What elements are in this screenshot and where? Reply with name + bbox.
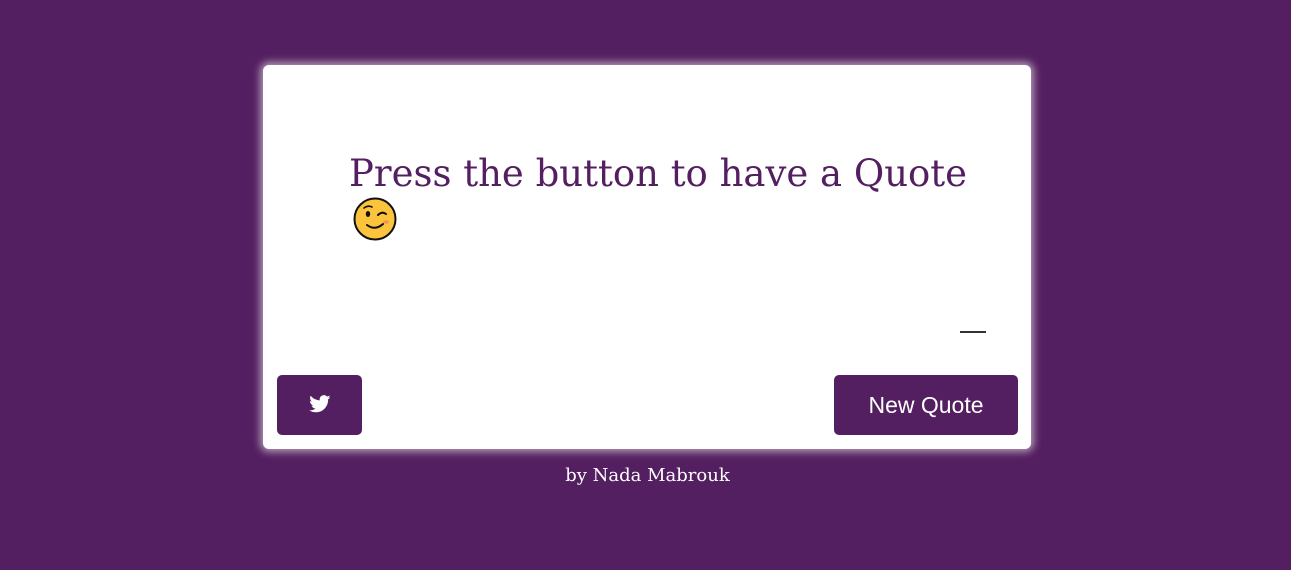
- quote-text-block: Press the button to have a Quote: [349, 151, 969, 241]
- tweet-button[interactable]: [277, 375, 362, 435]
- new-quote-button[interactable]: New Quote: [834, 375, 1018, 435]
- quote-text: Press the button to have a Quote: [349, 152, 968, 195]
- quote-card: Press the button to have a Quote New Quo…: [263, 65, 1031, 449]
- author-credit: by Nada Mabrouk: [565, 465, 730, 486]
- quote-author: [960, 323, 988, 339]
- winking-face-icon: [353, 197, 397, 241]
- twitter-bird-icon: [308, 394, 331, 416]
